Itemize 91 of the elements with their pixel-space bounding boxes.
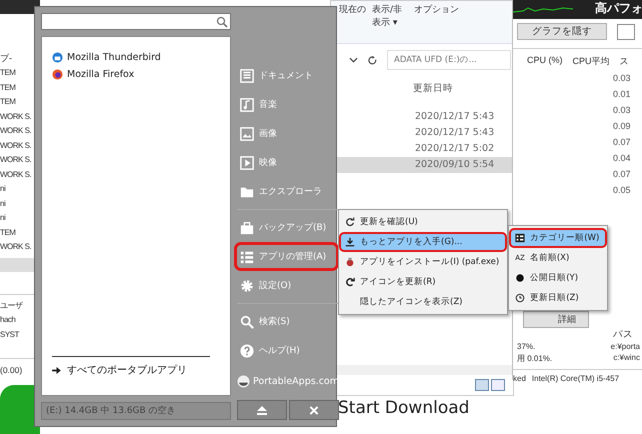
refresh-icon[interactable] xyxy=(368,56,377,64)
table-cell-text: WORK S. xyxy=(0,154,32,166)
package-icon xyxy=(345,257,355,267)
table-cell-text: 0.03 xyxy=(613,72,632,85)
status-text: Intel(R) Core(TM) i5-457 xyxy=(532,374,620,383)
column-header: ブ‐ xyxy=(0,52,13,65)
search-field[interactable]: ADATA UFD (E:)の... xyxy=(387,50,511,70)
app-item[interactable]: Mozilla Firefox xyxy=(52,66,220,83)
dot-icon xyxy=(515,273,526,283)
search-field[interactable] xyxy=(41,13,231,30)
graph-strip xyxy=(0,0,40,14)
search-icon xyxy=(240,314,254,328)
search-icon xyxy=(216,16,228,28)
table-cell-text: ni xyxy=(0,183,6,195)
details-button[interactable]: 詳細 xyxy=(523,311,589,328)
download-icon xyxy=(345,237,355,247)
close-icon xyxy=(309,406,319,414)
gear-icon xyxy=(240,278,254,292)
help-icon xyxy=(240,344,254,358)
list-icon xyxy=(240,250,254,264)
app-icon xyxy=(52,69,63,80)
category-icon xyxy=(515,233,526,243)
menu-item[interactable]: もっとアプリを入手(G)... xyxy=(339,232,508,252)
arrow-icon xyxy=(52,366,61,374)
menu-item[interactable]: 隠したアイコンを表示(Z) xyxy=(339,292,508,312)
folder-icon xyxy=(240,184,254,198)
chevron-icon[interactable] xyxy=(349,57,358,63)
briefcase-icon xyxy=(240,220,254,234)
column-header[interactable]: ス xyxy=(620,55,629,68)
image-icon xyxy=(240,126,254,140)
menu-item[interactable]: 更新日順(Z) xyxy=(509,288,608,308)
table-cell-text: TEM xyxy=(0,96,16,108)
table-cell-text: TEM xyxy=(0,67,16,79)
table-cell-text: hach xyxy=(0,314,16,326)
hide-graph-button[interactable]: グラフを隠す xyxy=(517,23,607,40)
table-cell: e:¥porta xyxy=(610,342,640,351)
table-cell-text: 0.07 xyxy=(613,168,632,181)
table-cell-text: 0.01 xyxy=(613,88,632,101)
menu-item[interactable]: カテゴリー順(W) xyxy=(509,228,608,248)
logo-text: PortableApps.com xyxy=(253,376,339,387)
play-icon xyxy=(240,156,254,170)
column-header: ユーザ xyxy=(0,300,24,312)
details-view-icon[interactable] xyxy=(475,379,489,391)
logo-icon xyxy=(237,375,250,388)
ribbon-button[interactable]: オプション xyxy=(414,3,459,43)
column-header: パス xyxy=(613,328,634,341)
app-icon xyxy=(52,52,63,63)
tiles-view-icon[interactable] xyxy=(491,379,505,391)
table-cell-text: WORK S. xyxy=(0,140,32,152)
table-cell-text: WORK S. xyxy=(0,110,32,122)
table-cell-text: 0.04 xyxy=(613,152,632,165)
close-button[interactable] xyxy=(289,400,339,420)
status-text: ked xyxy=(513,374,526,383)
table-cell-text: ni xyxy=(0,212,6,224)
heading-text: Start Download xyxy=(338,398,470,418)
input-field[interactable] xyxy=(617,24,635,40)
table-cell-text: 0.07 xyxy=(613,136,632,149)
column-header: 更新日時 xyxy=(413,82,454,95)
table-cell-text: 0.09 xyxy=(613,120,632,133)
reload-icon xyxy=(345,277,355,287)
drive-status: (E:) 14.4GB 中 13.6GB の空き xyxy=(41,402,231,420)
table-cell-text: TEM xyxy=(0,82,16,94)
table-cell-text: TEM xyxy=(0,226,16,238)
table-cell-text: 0.03 xyxy=(613,104,632,117)
menu-item[interactable]: 公開日順(Y) xyxy=(509,268,608,288)
history-icon xyxy=(515,293,526,303)
table-cell: c:¥winc xyxy=(613,353,640,364)
title-text: 高パフォ xyxy=(595,0,642,17)
table-cell-text: WORK S. xyxy=(0,125,32,137)
graph-line xyxy=(513,7,573,13)
all-apps-link[interactable]: すべてのポータブルアプリ xyxy=(67,363,187,377)
menu-item[interactable]: アプリをインストール(I) (paf.exe) xyxy=(339,252,508,272)
eject-button[interactable] xyxy=(237,400,287,420)
ribbon-button[interactable]: 表示/非表示 ▾ xyxy=(372,3,408,43)
table-cell-text: 0.05 xyxy=(613,184,632,197)
table-cell-text: WORK S. xyxy=(0,168,32,180)
document-icon xyxy=(240,68,254,82)
app-item[interactable]: Mozilla Thunderbird xyxy=(52,49,220,66)
column-header[interactable]: CPU平均 xyxy=(572,55,610,68)
menu-item[interactable]: 更新を確認(U) xyxy=(339,212,508,232)
table-cell: 用 0.01%. xyxy=(517,353,552,364)
refresh-icon xyxy=(345,217,355,227)
ribbon-button[interactable]: 現在の xyxy=(339,3,366,43)
table-cell-text: WORK S. xyxy=(0,241,32,253)
table-cell-text: ni xyxy=(0,198,6,210)
music-note-icon xyxy=(240,98,254,112)
eject-icon xyxy=(257,406,267,414)
column-header[interactable]: CPU (%) xyxy=(527,55,562,68)
table-cell-text: SYST xyxy=(0,328,20,340)
menu-item[interactable]: アイコンを更新(R) xyxy=(339,272,508,292)
table-cell: 37%. xyxy=(517,342,536,351)
